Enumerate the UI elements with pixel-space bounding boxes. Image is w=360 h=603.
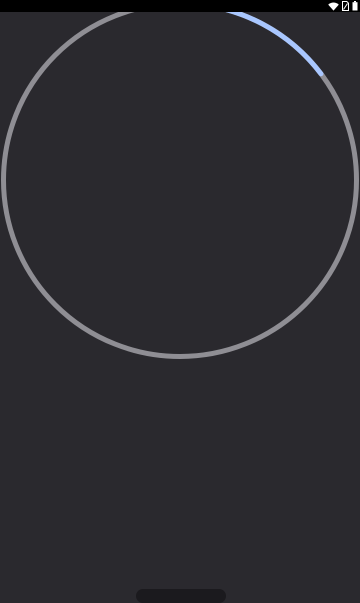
gesture-navigation-handle[interactable] [136,589,226,603]
status-bar [0,0,360,12]
battery-icon [352,1,358,11]
circular-progress-indicator [1,12,359,359]
progress-indicator-arc [224,12,324,77]
sim-card-icon [342,1,349,11]
app-screen [0,12,360,603]
status-icons [328,0,358,12]
wifi-icon [328,2,339,11]
progress-track [1,12,359,359]
